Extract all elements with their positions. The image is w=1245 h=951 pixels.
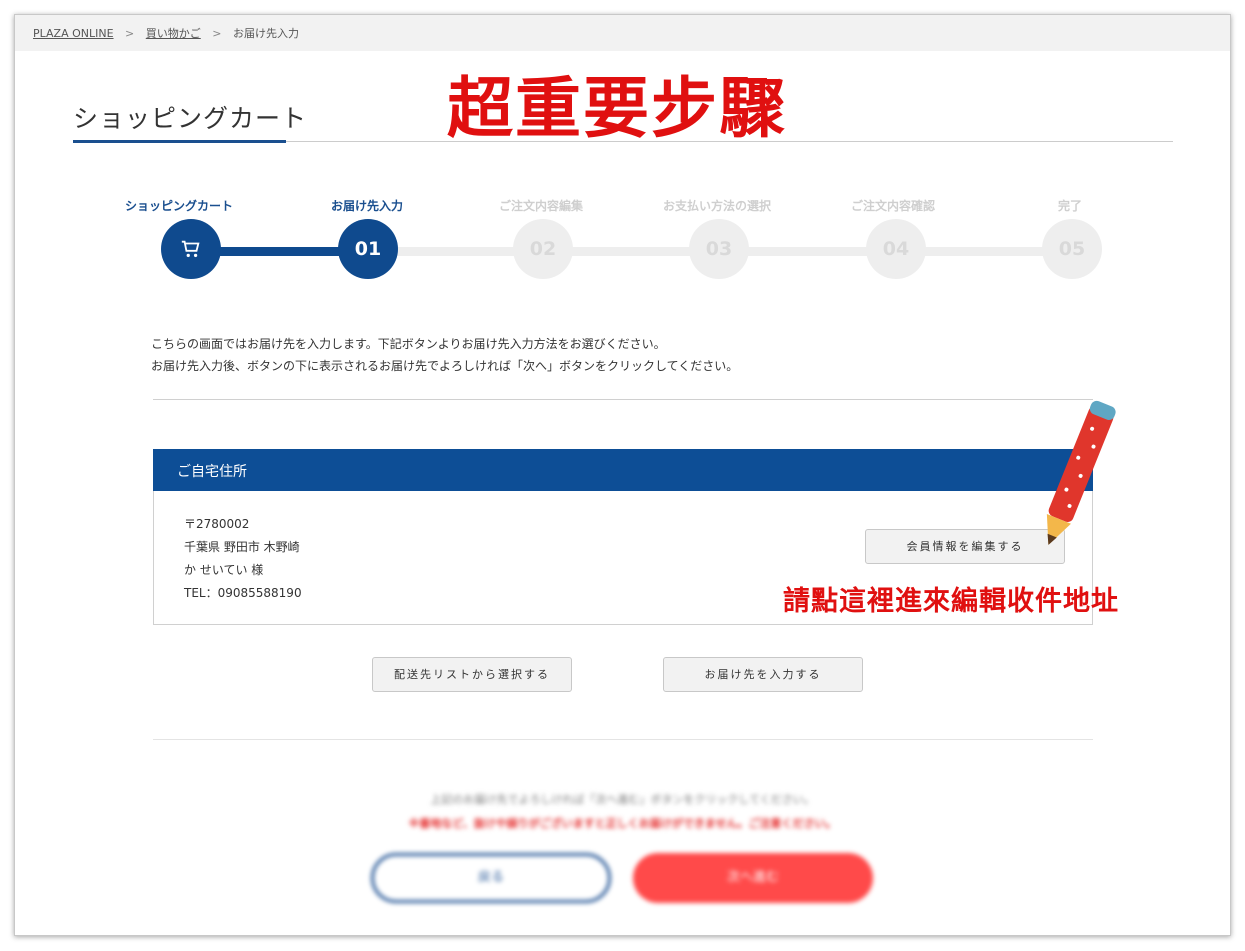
- step-circle-04: 04: [866, 219, 926, 279]
- postal-code: 〒2780002: [184, 517, 250, 531]
- step-label-cart: ショッピングカート: [124, 199, 233, 213]
- checkout-steps: ショッピングカート お届け先入力 01 ご注文内容編集 02 お支払い方法の選択…: [15, 195, 1230, 295]
- breadcrumb-cart-link[interactable]: 買い物かご: [146, 27, 201, 40]
- select-from-list-button[interactable]: 配送先リストから選択する: [372, 657, 572, 692]
- breadcrumb-separator: >: [125, 27, 135, 40]
- step-label-payment: お支払い方法の選択: [662, 199, 771, 213]
- section-divider: [153, 399, 1093, 400]
- step-circle-02: 02: [513, 219, 573, 279]
- address-lines: 〒2780002 千葉県 野田市 木野崎 か せいてい 様 TEL：090855…: [184, 513, 302, 605]
- pencil-icon: [1046, 400, 1116, 545]
- cart-icon: [181, 240, 200, 258]
- step-circle-cart: [161, 219, 221, 279]
- annotation-instruction: 請點這裡進來編輯收件地址: [783, 586, 1119, 617]
- step-label-address: お届け先入力: [330, 199, 403, 213]
- page-title: ショッピングカート: [73, 104, 308, 133]
- step-label-confirm: ご注文内容確認: [850, 199, 935, 213]
- browser-frame: PLAZA ONLINE > 買い物かご > お届け先入力 ショッピングカート …: [14, 14, 1231, 936]
- address-line: 千葉県 野田市 木野崎: [184, 540, 300, 554]
- breadcrumb-separator: >: [212, 27, 222, 40]
- step-label-order-edit: ご注文内容編集: [498, 199, 583, 213]
- next-button[interactable]: 次へ進む: [633, 853, 873, 903]
- intro-line-2: お届け先入力後、ボタンの下に表示されるお届け先でよろしければ「次へ」ボタンをクリ…: [151, 359, 739, 373]
- breadcrumb-home-link[interactable]: PLAZA ONLINE: [33, 27, 114, 40]
- recipient-name: か せいてい 様: [184, 563, 264, 577]
- home-address-header: ご自宅住所: [153, 449, 1093, 491]
- intro-line-1: こちらの画面ではお届け先を入力します。下記ボタンよりお届け先入力方法をお選びくだ…: [151, 337, 666, 351]
- step-label-complete: 完了: [1057, 199, 1082, 213]
- back-button[interactable]: 戻る: [371, 853, 611, 903]
- enter-address-button[interactable]: お届け先を入力する: [663, 657, 863, 692]
- footer-note: 上記のお届け先でよろしければ「次へ進む」ボタンをクリックしてください。: [430, 793, 815, 806]
- breadcrumb-current: お届け先入力: [232, 27, 299, 40]
- footer-warning: ※番地など、抜けや誤りがございますと正しくお届けができません。ご注意ください。: [408, 817, 837, 830]
- step-circle-03: 03: [689, 219, 749, 279]
- intro-text: こちらの画面ではお届け先を入力します。下記ボタンよりお届け先入力方法をお選びくだ…: [151, 333, 738, 377]
- step-circle-05: 05: [1042, 219, 1102, 279]
- title-accent-bar: [73, 140, 286, 143]
- step-circle-01: 01: [338, 219, 398, 279]
- breadcrumb: PLAZA ONLINE > 買い物かご > お届け先入力: [15, 15, 1230, 51]
- phone-number: TEL：09085588190: [184, 586, 302, 600]
- annotation-title: 超重要步驟: [447, 70, 787, 147]
- section-divider: [153, 739, 1093, 740]
